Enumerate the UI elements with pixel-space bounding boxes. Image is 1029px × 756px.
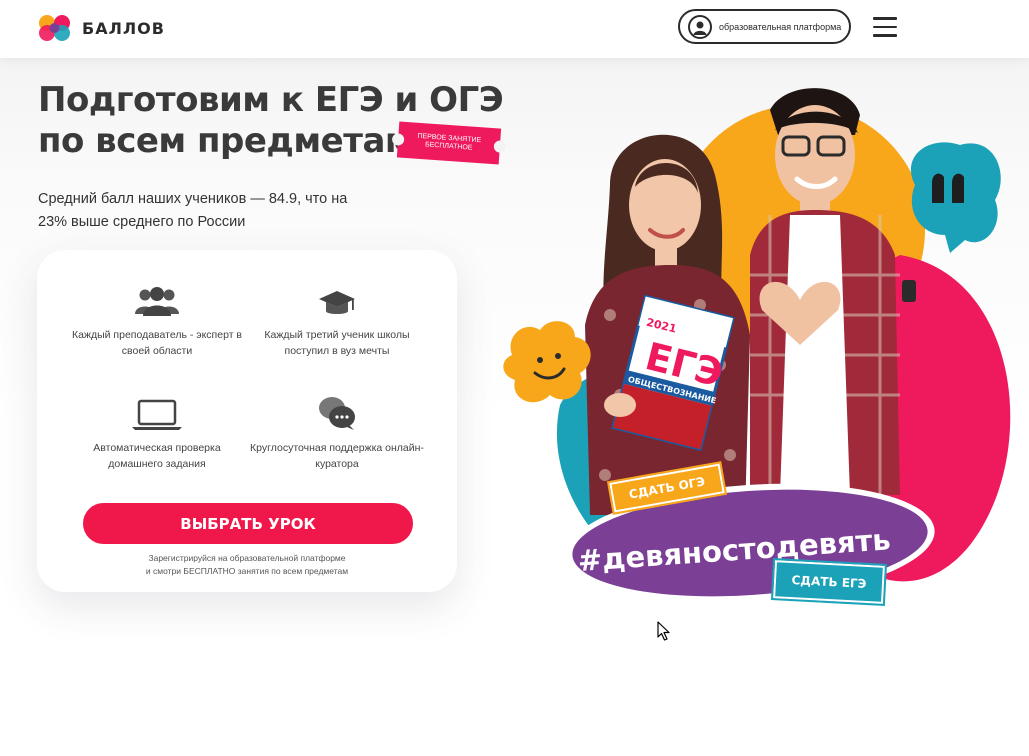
people-icon (67, 282, 247, 318)
feature-text: Каждый преподаватель - эксперт в своей о… (72, 329, 242, 357)
feature-text: Каждый третий ученик школы поступил в ву… (264, 329, 410, 357)
hamburger-menu-icon[interactable] (873, 17, 897, 37)
feature-text: Автоматическая проверка домашнего задани… (93, 442, 221, 470)
registration-note: Зарегистрируйся на образовательной платф… (57, 552, 437, 578)
hero-illustration: 2021 ЕГЭ ОБЩЕСТВОЗНАНИЕ #девяностодевять (503, 88, 1011, 603)
choose-lesson-button[interactable]: ВЫБРАТЬ УРОК (83, 503, 413, 544)
landing-page: БАЛЛОВ образовательная платформа Подгото… (0, 0, 1029, 756)
user-icon (688, 14, 712, 39)
title-line-1: Подготовим к ЕГЭ и ОГЭ (38, 80, 504, 120)
chat-bubbles-icon (247, 395, 427, 431)
free-lesson-badge: Первое занятие бесплатное (396, 121, 502, 165)
features-card: Каждый преподаватель - эксперт в своей о… (37, 250, 457, 592)
feature-item-support: Круглосуточная поддержка онлайн-куратора (247, 395, 427, 472)
site-header: БАЛЛОВ образовательная платформа (0, 0, 1029, 58)
platform-button-label: образовательная платформа (719, 21, 842, 32)
laptop-icon (67, 395, 247, 431)
feature-text: Круглосуточная поддержка онлайн-куратора (250, 442, 424, 470)
registration-note-line-2: и смотри БЕСПЛАТНО занятия по всем предм… (145, 566, 349, 576)
platform-button[interactable]: образовательная платформа (678, 9, 851, 44)
logo[interactable]: БАЛЛОВ (37, 13, 165, 43)
feature-item-experts: Каждый преподаватель - эксперт в своей о… (67, 282, 247, 359)
graduation-cap-icon (247, 282, 427, 318)
registration-note-line-1: Зарегистрируйся на образовательной платф… (148, 553, 346, 563)
hero-subtitle: Средний балл наших учеников — 84.9, что … (38, 191, 348, 230)
feature-item-homework: Автоматическая проверка домашнего задани… (67, 395, 247, 472)
mouse-cursor-icon (657, 621, 670, 641)
free-lesson-badge-text: Первое занятие бесплатное (417, 132, 482, 152)
pass-ege-sticker: СДАТЬ ЕГЭ (771, 557, 887, 607)
logo-text: БАЛЛОВ (82, 18, 165, 38)
logo-icon (39, 15, 70, 41)
yellow-smiley-mascot (503, 321, 591, 403)
feature-item-university: Каждый третий ученик школы поступил в ву… (247, 282, 427, 359)
